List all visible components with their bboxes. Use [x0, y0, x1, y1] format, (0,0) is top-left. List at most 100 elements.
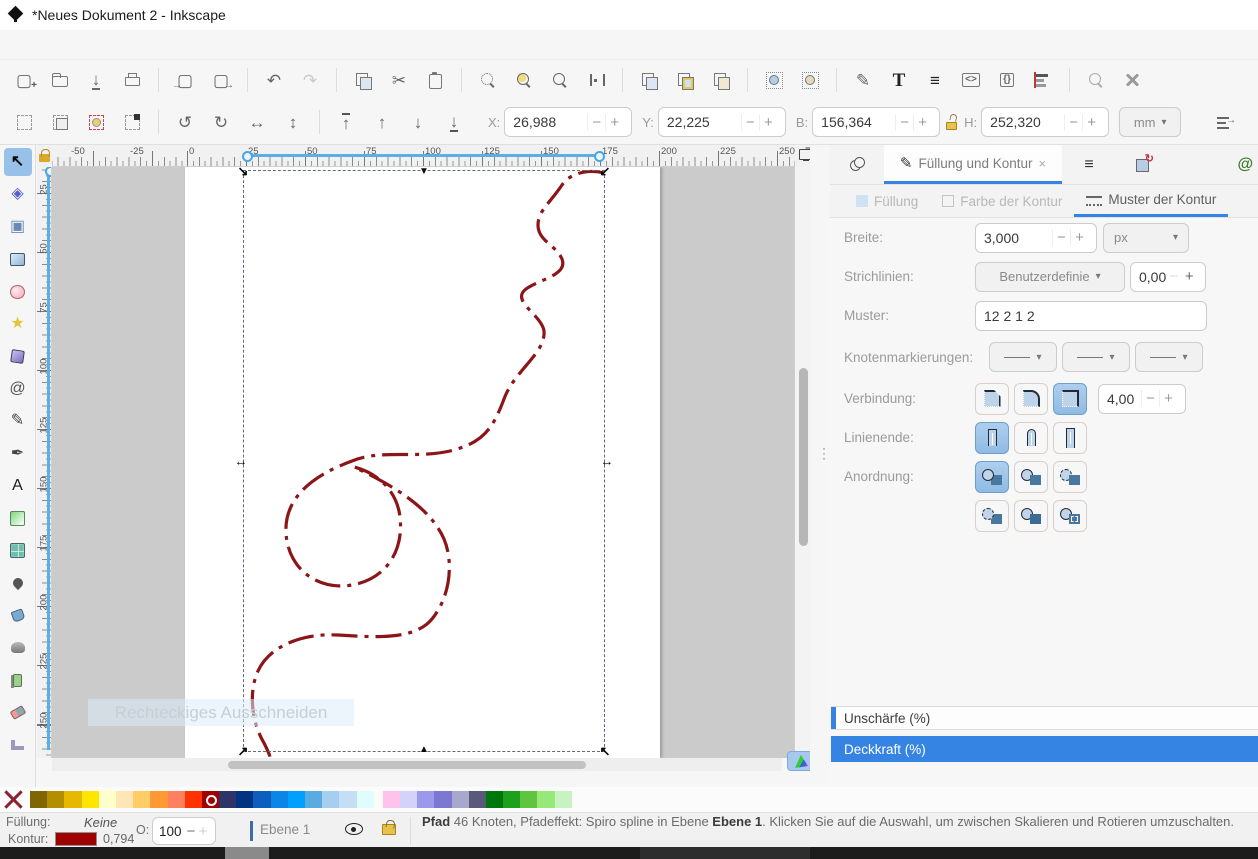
palette-swatch[interactable]: [64, 791, 81, 808]
vertical-scrollbar[interactable]: [796, 167, 810, 758]
palette-swatch[interactable]: [185, 791, 202, 808]
spiral-tool[interactable]: @: [4, 375, 32, 403]
lower-icon[interactable]: ↓: [402, 107, 434, 137]
layer-visibility-icon[interactable]: [345, 823, 363, 835]
order-fill-markers-stroke-button[interactable]: [1014, 461, 1048, 493]
palette-swatch[interactable]: [202, 791, 219, 808]
eraser-tool[interactable]: [4, 699, 32, 727]
width-minus[interactable]: −: [895, 114, 913, 131]
object-properties-icon[interactable]: {}: [991, 65, 1023, 95]
subtab-fill[interactable]: Füllung: [844, 185, 930, 217]
scale-handle-top-left[interactable]: ↘: [238, 167, 249, 178]
y-minus[interactable]: −: [741, 114, 759, 131]
shape-builder-tool[interactable]: ▣: [4, 213, 32, 241]
find-icon[interactable]: [1080, 65, 1112, 95]
close-tab-icon[interactable]: ×: [1039, 156, 1047, 171]
zoom-page-icon[interactable]: [544, 65, 576, 95]
vertical-scrollbar-thumb[interactable]: [799, 368, 808, 546]
palette-swatch[interactable]: [288, 791, 305, 808]
miter-plus[interactable]: +: [1159, 390, 1177, 407]
xml-editor-icon[interactable]: <>: [955, 65, 987, 95]
horizontal-scrollbar-thumb[interactable]: [228, 761, 586, 769]
palette-swatch[interactable]: [520, 791, 537, 808]
blur-slider[interactable]: Unschärfe (%): [831, 706, 1258, 730]
y-input[interactable]: 22,225 − +: [658, 107, 786, 137]
palette-swatch[interactable]: [99, 791, 116, 808]
palette-swatch[interactable]: [357, 791, 374, 808]
scale-handle-top-right[interactable]: ↙: [600, 167, 611, 178]
order-markers-stroke-fill-button[interactable]: [1053, 500, 1087, 532]
canvas-viewport[interactable]: ↘ ▼ ↙ ↔ ↔ ↗ ▲ ↖ Rechteckiges Ausschneide…: [52, 167, 795, 758]
palette-swatch[interactable]: [116, 791, 133, 808]
palette-swatch[interactable]: [434, 791, 451, 808]
import-icon[interactable]: ▢→: [169, 65, 201, 95]
node-tool[interactable]: ◈: [4, 180, 32, 208]
palette-swatch[interactable]: [537, 791, 554, 808]
group-icon[interactable]: [758, 65, 790, 95]
palette-swatch[interactable]: [469, 791, 486, 808]
cap-square-button[interactable]: [1053, 422, 1087, 454]
palette-swatch[interactable]: [400, 791, 417, 808]
text-dialog-icon[interactable]: T: [883, 65, 915, 95]
lower-to-bottom-icon[interactable]: ↓: [438, 107, 470, 137]
clone-icon[interactable]: [669, 65, 701, 95]
dash-offset-plus[interactable]: +: [1182, 268, 1197, 285]
palette-swatch[interactable]: [417, 791, 434, 808]
palette-swatch[interactable]: [133, 791, 150, 808]
join-round-button[interactable]: [1014, 383, 1048, 415]
lock-dimensions-icon[interactable]: [944, 113, 960, 131]
palette-swatch[interactable]: [383, 791, 400, 808]
miter-minus[interactable]: −: [1141, 390, 1159, 407]
scale-handle-bottom-right[interactable]: ↖: [600, 745, 611, 758]
palette-swatch[interactable]: [452, 791, 469, 808]
unlink-clone-icon[interactable]: [705, 65, 737, 95]
order-fill-stroke-markers-button[interactable]: [975, 461, 1009, 493]
paste-icon[interactable]: [419, 65, 451, 95]
vertical-ruler[interactable]: 255075100125150175200225250: [37, 167, 52, 758]
subtab-stroke-color[interactable]: Farbe der Kontur: [930, 185, 1074, 217]
current-layer-selector[interactable]: Ebene 1: [260, 822, 310, 837]
gradient-tool[interactable]: [4, 504, 32, 532]
horizontal-ruler[interactable]: -50-250255075100125150175200225250: [52, 145, 795, 167]
stroke-width-minus[interactable]: −: [1052, 229, 1070, 246]
palette-swatch[interactable]: [486, 791, 503, 808]
undo-icon[interactable]: ↶: [258, 65, 290, 95]
zoom-center-page-icon[interactable]: [580, 65, 612, 95]
raise-to-top-icon[interactable]: ↑: [330, 107, 362, 137]
panel-splitter[interactable]: ⋮: [810, 145, 830, 787]
open-document-icon[interactable]: [44, 65, 76, 95]
cap-butt-button[interactable]: [975, 422, 1009, 454]
select-all-layers-icon[interactable]: [44, 107, 76, 137]
star-tool[interactable]: ★: [4, 310, 32, 338]
cut-icon[interactable]: ✂: [383, 65, 415, 95]
order-markers-fill-stroke-button[interactable]: [975, 500, 1009, 532]
subtab-stroke-style[interactable]: Muster der Kontur: [1074, 185, 1228, 217]
connector-tool[interactable]: [4, 731, 32, 759]
y-plus[interactable]: +: [759, 114, 777, 131]
stroke-unit-dropdown[interactable]: px▾: [1103, 223, 1189, 253]
dash-offset-input[interactable]: 0,00 − +: [1130, 262, 1206, 292]
rotate-ccw-icon[interactable]: ↺: [169, 107, 201, 137]
palette-swatch[interactable]: [30, 791, 47, 808]
height-plus[interactable]: +: [1082, 114, 1100, 131]
fill-stroke-dialog-icon[interactable]: ✎: [847, 65, 879, 95]
save-document-icon[interactable]: ↓: [80, 65, 112, 95]
duplicate-icon[interactable]: [633, 65, 665, 95]
palette-swatch[interactable]: [150, 791, 167, 808]
palette-swatch[interactable]: [82, 791, 99, 808]
marker-end-dropdown[interactable]: ▾: [1135, 342, 1203, 372]
zoom-drawing-icon[interactable]: [508, 65, 540, 95]
box3d-tool[interactable]: [4, 342, 32, 370]
spray-tool[interactable]: [4, 666, 32, 694]
guides-lock-icon[interactable]: [39, 149, 50, 162]
dash-pattern-dropdown[interactable]: Benutzerdefinie▾: [975, 262, 1125, 292]
join-bevel-button[interactable]: [975, 383, 1009, 415]
miter-limit-input[interactable]: 4,00 − +: [1098, 384, 1186, 414]
deselect-icon[interactable]: [80, 107, 112, 137]
raise-icon[interactable]: ↑: [366, 107, 398, 137]
palette-swatch[interactable]: [47, 791, 64, 808]
toolbar-options-icon[interactable]: [1209, 107, 1241, 137]
palette-swatch[interactable]: [253, 791, 270, 808]
flip-horizontal-icon[interactable]: ↔: [241, 107, 273, 137]
opacity-plus[interactable]: +: [197, 823, 209, 840]
